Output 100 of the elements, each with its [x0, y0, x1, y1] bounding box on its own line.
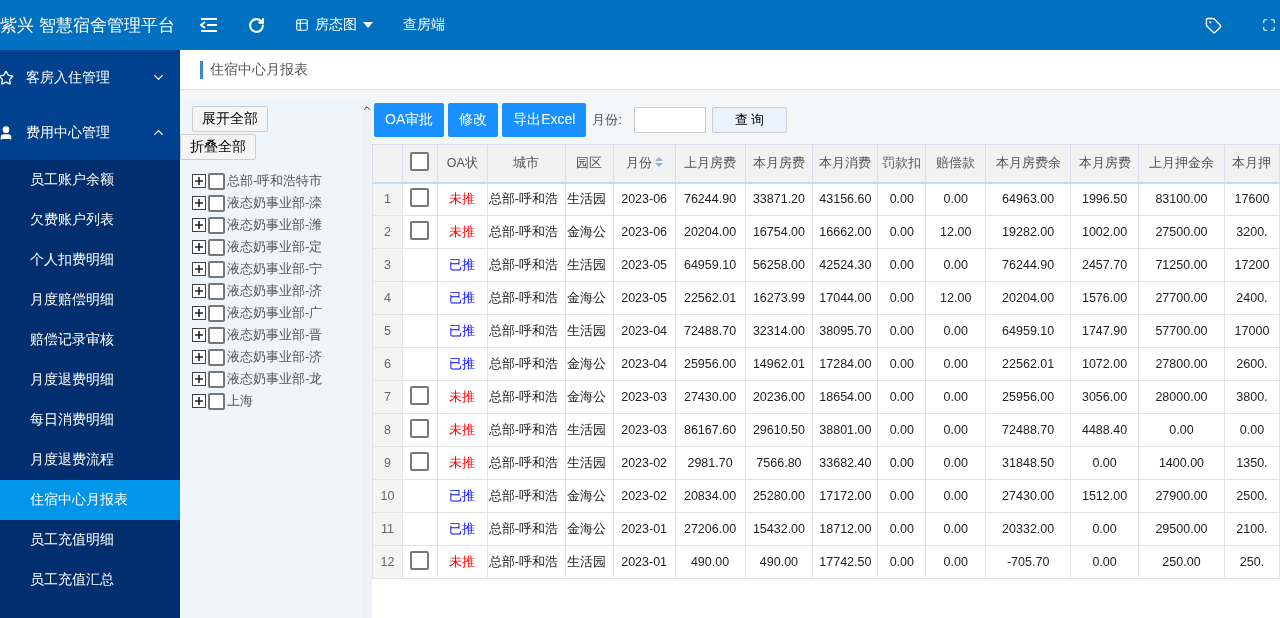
table-cell: 2023-05 — [613, 248, 676, 282]
table-cell: 2600. — [1224, 347, 1280, 381]
table-cell: 76244.90 — [675, 182, 745, 216]
table-cell: 76244.90 — [985, 248, 1071, 282]
sidebar-item[interactable]: 员工充值汇总 — [0, 560, 180, 600]
table-cell: 12.00 — [925, 281, 986, 315]
sidebar-group[interactable]: 客房入住管理 — [0, 50, 180, 105]
table-cell: 金海公 — [565, 380, 614, 414]
row-number: 12 — [372, 545, 403, 579]
query-button[interactable]: 查 询 — [712, 107, 788, 133]
checkbox[interactable] — [208, 348, 225, 366]
sidebar-item[interactable]: 月度退费流程 — [0, 440, 180, 480]
table-cell: 72488.70 — [985, 413, 1071, 447]
table-cell: 总部-呼和浩 — [487, 248, 566, 282]
table-cell: -705.70 — [985, 545, 1071, 579]
table-cell: 71250.00 — [1138, 248, 1225, 282]
checkbox[interactable] — [208, 238, 225, 256]
nav-link[interactable]: 查房端 — [403, 16, 445, 34]
checkbox[interactable] — [410, 452, 430, 471]
sidebar-item[interactable]: 个人扣费明细 — [0, 240, 180, 280]
row-number: 9 — [372, 446, 403, 480]
expand-icon[interactable] — [192, 394, 206, 408]
checkbox[interactable] — [410, 386, 430, 405]
sidebar-item[interactable]: 赔偿记录审核 — [0, 320, 180, 360]
refresh-icon[interactable] — [248, 16, 265, 34]
checkbox[interactable] — [208, 304, 225, 322]
column-header: 本月房费 — [1070, 144, 1139, 183]
table-cell: 0.00 — [877, 512, 926, 546]
tree-node-label[interactable]: 液态奶事业部-晋 — [227, 326, 323, 344]
expand-icon[interactable] — [192, 174, 206, 188]
expand-icon[interactable] — [192, 306, 206, 320]
expand-icon[interactable] — [192, 240, 206, 254]
column-header[interactable]: 月份 — [613, 144, 676, 183]
checkbox[interactable] — [410, 419, 430, 438]
table-cell: 2023-01 — [613, 512, 676, 546]
table-cell: 2500. — [1224, 479, 1280, 513]
table-cell: 2400. — [1224, 281, 1280, 315]
sidebar-item[interactable]: 员工账户余额 — [0, 160, 180, 200]
table-cell: 17742.50 — [812, 545, 878, 579]
sidebar-item[interactable]: 月度退费明细 — [0, 360, 180, 400]
checkbox[interactable] — [208, 260, 225, 278]
tag-icon[interactable] — [1205, 16, 1222, 34]
status-cell: 已推 — [437, 248, 488, 282]
sidebar-item[interactable]: 员工充值明细 — [0, 520, 180, 560]
tree-node-label[interactable]: 液态奶事业部-龙 — [227, 370, 323, 388]
table-cell: 3800. — [1224, 380, 1280, 414]
checkbox[interactable] — [208, 370, 225, 388]
expand-icon[interactable] — [192, 350, 206, 364]
tree-button[interactable]: 展开全部 — [192, 106, 268, 132]
sidebar-group[interactable]: 费用中心管理 — [0, 105, 180, 160]
menu-icon[interactable] — [200, 18, 218, 32]
tree-node-label[interactable]: 总部-呼和浩特市 — [227, 172, 323, 190]
table-cell: 金海公 — [565, 215, 614, 249]
table-cell: 总部-呼和浩 — [487, 314, 566, 348]
tree-node-label[interactable]: 上海 — [227, 392, 253, 410]
sidebar-item[interactable]: 月度赔偿明细 — [0, 280, 180, 320]
fullscreen-icon[interactable] — [1262, 18, 1276, 32]
table-cell: 16273.99 — [745, 281, 813, 315]
expand-icon[interactable] — [192, 372, 206, 386]
tree-node-label[interactable]: 液态奶事业部-广 — [227, 304, 323, 322]
breadcrumb: 住宿中心月报表 — [200, 60, 308, 79]
row-number: 4 — [372, 281, 403, 315]
checkbox[interactable] — [410, 188, 430, 208]
table-cell: 金海公 — [565, 347, 614, 381]
expand-icon[interactable] — [192, 218, 206, 232]
table-cell: 0.00 — [877, 347, 926, 381]
tree-node-label[interactable]: 液态奶事业部-济 — [227, 348, 323, 366]
status-cell: 未推 — [437, 446, 488, 480]
table-cell: 1002.00 — [1070, 215, 1139, 249]
checkbox[interactable] — [208, 216, 225, 234]
expand-icon[interactable] — [192, 328, 206, 342]
tree-button[interactable]: 折叠全部 — [180, 134, 256, 160]
checkbox[interactable] — [208, 172, 225, 190]
month-field[interactable] — [634, 107, 707, 133]
table-cell: 33682.40 — [812, 446, 878, 480]
tree-node-label[interactable]: 液态奶事业部-滦 — [227, 194, 323, 212]
table-cell: 64963.00 — [985, 182, 1071, 216]
tree-node-label[interactable]: 液态奶事业部-潍 — [227, 216, 323, 234]
table-cell: 0.00 — [877, 314, 926, 348]
sidebar-item[interactable]: 欠费账户列表 — [0, 200, 180, 240]
table-cell: 总部-呼和浩 — [487, 413, 566, 447]
tree-node-label[interactable]: 液态奶事业部-济 — [227, 282, 323, 300]
tree-node-label[interactable]: 液态奶事业部-定 — [227, 238, 323, 256]
expand-icon[interactable] — [192, 262, 206, 276]
table-cell: 1996.50 — [1070, 182, 1139, 216]
column-header: 城市 — [487, 144, 566, 183]
row-number: 8 — [372, 413, 403, 447]
checkbox[interactable] — [208, 326, 225, 344]
checkbox[interactable] — [410, 551, 430, 570]
checkbox[interactable] — [410, 221, 430, 240]
sidebar-item[interactable]: 每日消费明细 — [0, 400, 180, 440]
expand-icon[interactable] — [192, 196, 206, 210]
nav-link[interactable]: 房态图 — [295, 16, 373, 34]
expand-icon[interactable] — [192, 284, 206, 298]
checkbox[interactable] — [208, 392, 225, 410]
checkbox[interactable] — [208, 282, 225, 300]
checkbox[interactable] — [410, 152, 430, 172]
table-cell: 17200 — [1224, 248, 1280, 282]
tree-node-label[interactable]: 液态奶事业部-宁 — [227, 260, 323, 278]
checkbox[interactable] — [208, 194, 225, 212]
